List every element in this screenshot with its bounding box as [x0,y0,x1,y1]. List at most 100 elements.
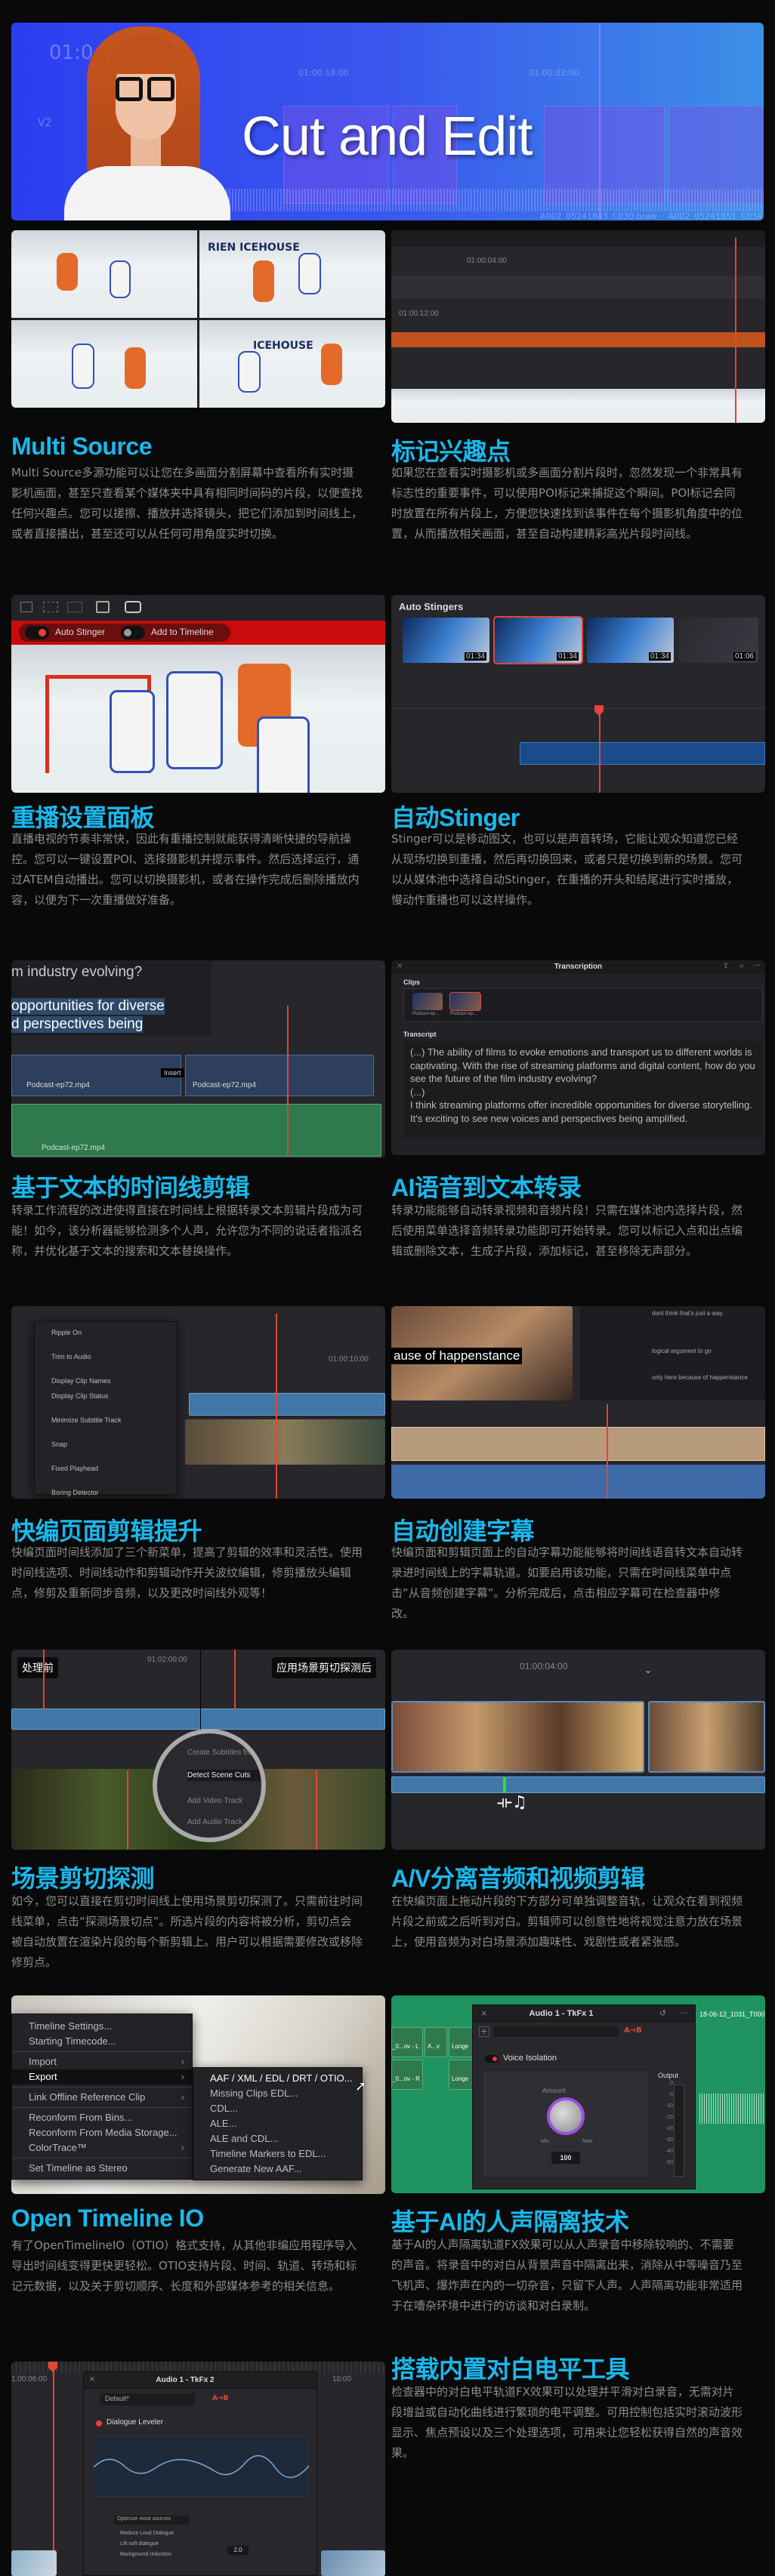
menu-item[interactable]: Add Video Track [187,1797,242,1805]
section-title: Open Timeline IO [11,2205,204,2232]
subtitle-track [391,1427,765,1461]
effect-label: Voice Isolation [503,2054,557,2063]
video-thumb [185,1419,385,1465]
focus-preset-dropdown[interactable]: Optimize most sources [114,2516,190,2525]
stinger-thumb[interactable]: 01:34 [587,618,674,663]
submenu-item[interactable]: Missing Clips EDL... [193,2086,362,2101]
detect-scene-cuts-menu-item[interactable]: Detect Scene Cuts [187,1770,261,1781]
menu-item[interactable]: Boring Detector [35,1485,177,1499]
preset-dropdown[interactable] [494,2026,619,2037]
value-field[interactable]: 2.0 [227,2546,249,2555]
pip-view-icon[interactable] [43,602,58,612]
submenu-item[interactable]: Timeline Markers to EDL... [193,2146,362,2162]
stinger-thumb[interactable]: 01:34 [403,618,489,663]
single-view-icon[interactable] [20,602,32,612]
clip-thumb[interactable] [412,993,443,1010]
a-b-compare[interactable]: A→B [212,2395,228,2402]
section-title: 基于AI的人声隔离技术 [391,2208,629,2236]
a-b-compare[interactable]: A→B [624,2026,642,2035]
submenu-item[interactable]: ALE and CDL... [193,2131,362,2146]
processing-option[interactable]: Reduce Loud Dialogue [120,2531,174,2536]
clip-label: A002_05241851_C034.braw [668,211,764,220]
transcript-line-selected[interactable]: opportunities for diverse [11,998,165,1015]
menu-item[interactable]: Fixed Playhead [35,1461,177,1476]
menu-item[interactable]: Trim to Audio [35,1349,177,1364]
timeline-options-menu: Ripple On Trim to Audio Display Clip Nam… [34,1321,178,1496]
stinger-thumb[interactable]: 01:06 [679,618,758,663]
menu-item[interactable]: Minimize Subtitle Track [35,1413,177,1428]
submenu-item[interactable]: CDL... [193,2101,362,2116]
transcript-box[interactable]: (...) The ability of films to evoke emot… [403,1041,763,1139]
menu-item[interactable]: Link Offline Reference Clip › [12,2090,192,2105]
meter-scale-label: 0 [670,2081,673,2086]
timecode: 10:00 [332,2375,352,2383]
section-body: 如果您在查看实时摄影机或多画面分割片段时，忽然发现一个非常具有标志性的重要事件，… [391,466,743,541]
more-icon[interactable]: ··· [680,2008,688,2018]
export-icon[interactable]: ⇪ [723,962,729,970]
trim-audio-cursor-icon: ⟛♫ [497,1793,527,1812]
timecode: 01:00:10:00 [329,1355,369,1363]
menu-item[interactable]: Display Clip Status [35,1388,177,1404]
strip-view-icon[interactable] [67,602,82,612]
chevron-down-icon[interactable]: ⌄ [644,1665,652,1675]
voice-isolation-toggle[interactable] [485,2055,499,2063]
more-icon[interactable]: ··· [753,962,761,970]
audio-clip[interactable] [391,1776,765,1793]
meter-scale-label: -50 [665,2160,673,2165]
multi-source-screenshot: RIEN ICEHOUSE ICEHOUSE [11,230,385,408]
mouse-cursor-icon: ➚ [355,2078,367,2094]
menu-item-export[interactable]: Export › [12,2069,192,2085]
menu-item[interactable]: Create Subtitles fro [187,1749,252,1757]
replay-camera-icon[interactable] [125,601,141,613]
replay-video [11,645,385,793]
preset-dropdown[interactable]: Default* [100,2393,195,2405]
menu-item[interactable]: Reconform From Bins... [12,2110,192,2125]
add-icon[interactable]: + [479,2026,489,2037]
add-to-timeline-toggle[interactable] [121,626,145,639]
menu-item[interactable]: Add Audio Track [187,1818,242,1826]
processing-option[interactable]: Background reduction [120,2552,171,2557]
amount-knob[interactable] [547,2097,585,2135]
menu-item[interactable]: Set Timeline as Stereo [12,2161,192,2176]
menu-item[interactable]: Timeline Settings... [12,2019,192,2034]
transcript-line: m industry evolving? [11,964,143,980]
menu-item[interactable]: Reconform From Media Storage... [12,2125,192,2140]
rink-text: ICEHOUSE [253,340,313,352]
text-based-editing-screenshot: m industry evolving? opportunities for d… [11,960,385,1158]
submenu-item-otio[interactable]: AAF / XML / EDL / DRT / OTIO... [193,2071,362,2086]
replay-panel-screenshot: Auto Stinger Add to Timeline [11,595,385,793]
submenu-item[interactable]: Generate New AAF... [193,2162,362,2177]
subtitle-list-item[interactable]: dont think that's just a way [652,1310,758,1317]
menu-item[interactable]: ColorTrace™ › [12,2140,192,2155]
magnified-menu: Create Subtitles fro Detect Scene Cuts A… [153,1729,266,1842]
video-clip [189,1393,385,1416]
menu-item-import[interactable]: Import › [12,2054,192,2069]
subtitle-list-item[interactable]: only here because of happenstance [652,1374,758,1381]
auto-stinger-toggle[interactable] [25,626,49,639]
menu-item[interactable]: Starting Timecode... [12,2034,192,2049]
transcript-line-selected[interactable]: d perspectives being [11,1016,144,1033]
meter-scale-label: -15 [665,2115,673,2120]
processing-option[interactable]: Lift soft dialogue [120,2541,159,2547]
hero-timecode: 01:00:22:00 [529,68,580,78]
clip-thumb[interactable] [449,992,481,1011]
in-marker [127,1770,128,1850]
grid-view-icon[interactable] [96,601,110,613]
voice-isolation-screenshot: _0...ov - L A...v Longe _0...ov - R Long… [391,1995,765,2193]
reset-icon[interactable]: ↺ [659,2008,666,2018]
subtitle-list-item[interactable]: logical argument to go [652,1348,758,1354]
menu-item[interactable]: Ripple On [35,1325,177,1340]
section-body: 基于AI的人声隔离轨道FX效果可以从人声录音中移除较响的、不需要的声音。将录音中… [391,2238,743,2313]
amount-value-field[interactable]: 100 [551,2152,580,2164]
stinger-thumb[interactable]: 01:34 [493,616,583,664]
search-icon[interactable]: ⌕ [739,962,744,970]
output-label: Output [658,2072,679,2079]
timeline-menu: Timeline Settings... Starting Timecode..… [11,2014,193,2180]
submenu-item[interactable]: ALE... [193,2116,362,2131]
edit-point[interactable] [503,1776,506,1793]
menu-item[interactable]: Display Clip Names [35,1373,177,1388]
menu-item[interactable]: Snap [35,1437,177,1452]
meter-scale-label: -10 [665,2103,673,2109]
effect-enable-icon[interactable] [96,2420,102,2427]
clip-name: Podcast-ep72.mp4 [42,1144,105,1152]
